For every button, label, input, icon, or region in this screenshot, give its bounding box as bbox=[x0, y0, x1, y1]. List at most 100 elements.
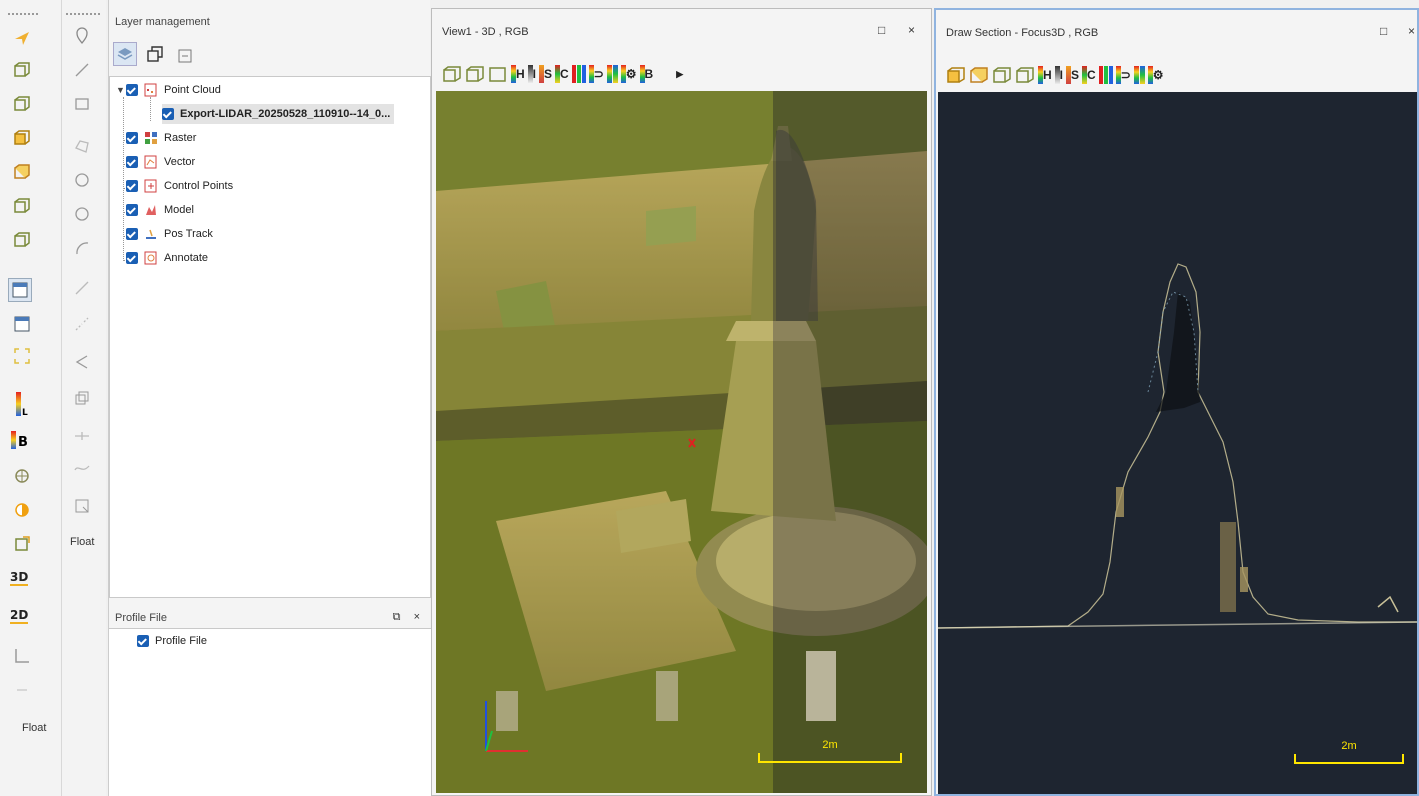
copy-shape-icon[interactable] bbox=[70, 386, 94, 410]
profile-file-panel: Profile File ⧉ × Profile File bbox=[108, 602, 431, 796]
layer-label: Pos Track bbox=[164, 228, 213, 240]
view-title: View1 - 3D , RGB bbox=[442, 26, 529, 38]
height-color-icon[interactable]: H bbox=[1038, 65, 1052, 85]
draw-rectangle-icon[interactable] bbox=[70, 92, 94, 116]
place-marker-icon[interactable] bbox=[70, 24, 94, 48]
return-icon[interactable]: ⊃ bbox=[588, 64, 604, 84]
rgb-icon[interactable] bbox=[571, 64, 586, 84]
maximize-icon[interactable]: □ bbox=[878, 23, 885, 37]
right-view-icon[interactable] bbox=[1015, 65, 1035, 85]
cube-view-back-icon[interactable] bbox=[10, 92, 34, 116]
brightness-icon[interactable] bbox=[10, 498, 34, 522]
collapse-all-icon[interactable] bbox=[173, 44, 197, 68]
layer-checkbox[interactable] bbox=[126, 204, 138, 216]
layer-checkbox[interactable] bbox=[126, 156, 138, 168]
axis-icon[interactable] bbox=[10, 644, 34, 668]
intensity-icon[interactable]: I bbox=[1054, 65, 1063, 85]
color-scale-icon[interactable]: C bbox=[1082, 65, 1096, 85]
separator-icon bbox=[10, 678, 34, 702]
layer-item-control-points[interactable]: Control Points bbox=[126, 176, 233, 196]
float-panel-icon[interactable]: ⧉ bbox=[393, 611, 401, 623]
expand-arrow-icon[interactable]: ▼ bbox=[116, 85, 126, 95]
draw-circle-icon[interactable] bbox=[70, 168, 94, 192]
height-color-icon[interactable]: H bbox=[511, 64, 525, 84]
new-group-icon[interactable] bbox=[143, 42, 167, 66]
draw-polygon-icon[interactable] bbox=[70, 134, 94, 158]
front-view-icon[interactable] bbox=[442, 64, 462, 84]
profile-item[interactable]: Profile File bbox=[137, 631, 207, 651]
close-icon[interactable]: × bbox=[1408, 24, 1415, 38]
back-view-icon[interactable] bbox=[465, 64, 485, 84]
gradient-bars-icon[interactable] bbox=[606, 64, 618, 84]
close-icon[interactable]: × bbox=[414, 611, 420, 623]
rgb-icon[interactable] bbox=[1098, 65, 1113, 85]
cube-view-front-icon[interactable] bbox=[10, 58, 34, 82]
layer-item-point-cloud[interactable]: ▼ Point Cloud bbox=[116, 80, 221, 100]
navigate-arrow-icon[interactable] bbox=[10, 26, 34, 50]
view1-3d-canvas[interactable]: 2m bbox=[436, 91, 927, 793]
export-icon[interactable] bbox=[10, 532, 34, 556]
classification-icon[interactable]: S bbox=[539, 64, 552, 84]
maximize-icon[interactable]: □ bbox=[1380, 24, 1387, 38]
draw-ellipse-icon[interactable] bbox=[70, 202, 94, 226]
toolbar-grip[interactable] bbox=[8, 13, 38, 16]
cube-view-top-icon[interactable] bbox=[10, 126, 34, 150]
draw-curve-icon[interactable] bbox=[70, 312, 94, 336]
profile-checkbox[interactable] bbox=[137, 635, 149, 647]
gradient-bars-icon[interactable] bbox=[1133, 65, 1145, 85]
cube-view-bottom-icon[interactable] bbox=[10, 228, 34, 252]
svg-text:3D: 3D bbox=[10, 570, 28, 584]
layer-checkbox[interactable] bbox=[126, 132, 138, 144]
layer-item-vector[interactable]: Vector bbox=[126, 152, 195, 172]
draw-polyline-icon[interactable] bbox=[70, 276, 94, 300]
cube-view-right-icon[interactable] bbox=[10, 194, 34, 218]
panel-controls[interactable]: ⧉ × bbox=[393, 611, 420, 624]
blend-icon[interactable]: B bbox=[639, 64, 653, 84]
return-icon[interactable]: ⊃ bbox=[1115, 65, 1131, 85]
layer-item-raster[interactable]: Raster bbox=[126, 128, 196, 148]
intensity-icon[interactable]: I bbox=[527, 64, 536, 84]
annotate-layer-icon bbox=[144, 251, 157, 265]
settings-icon[interactable]: ⚙ bbox=[620, 64, 637, 84]
layer-checkbox[interactable] bbox=[162, 108, 174, 120]
cube-view-left-icon[interactable] bbox=[10, 160, 34, 184]
layers-icon[interactable] bbox=[113, 42, 137, 66]
3d-view-mode-icon[interactable] bbox=[8, 278, 32, 302]
color-scale-icon[interactable]: C bbox=[555, 64, 569, 84]
smooth-icon[interactable] bbox=[70, 456, 94, 480]
back-view-icon[interactable] bbox=[969, 65, 989, 85]
layer-checkbox[interactable] bbox=[126, 180, 138, 192]
float-label[interactable]: Float bbox=[22, 722, 46, 734]
intensity-color-icon[interactable]: B bbox=[8, 428, 32, 452]
select-shape-icon[interactable] bbox=[70, 494, 94, 518]
svg-text:L: L bbox=[22, 408, 28, 417]
split-icon[interactable] bbox=[70, 424, 94, 448]
front-view-icon[interactable] bbox=[946, 65, 966, 85]
toolbar-grip[interactable] bbox=[66, 13, 100, 16]
elevation-color-icon[interactable]: L bbox=[10, 392, 34, 417]
layer-item-export-lidar[interactable]: Export-LIDAR_20250528_110910--14_0... bbox=[162, 104, 395, 124]
layer-checkbox[interactable] bbox=[126, 84, 138, 96]
top-view-icon[interactable] bbox=[488, 64, 508, 84]
layer-item-model[interactable]: Model bbox=[126, 200, 194, 220]
section-canvas[interactable]: 2m bbox=[938, 92, 1417, 794]
2d-mode-button-icon[interactable]: 2D bbox=[8, 604, 32, 628]
draw-line-icon[interactable] bbox=[70, 58, 94, 82]
layer-checkbox[interactable] bbox=[126, 228, 138, 240]
layer-checkbox[interactable] bbox=[126, 252, 138, 264]
float-label[interactable]: Float bbox=[70, 536, 94, 548]
draw-angle-icon[interactable] bbox=[70, 350, 94, 374]
close-icon[interactable]: × bbox=[908, 23, 915, 37]
settings-icon[interactable]: ⚙ bbox=[1147, 65, 1164, 85]
draw-arc-icon[interactable] bbox=[70, 236, 94, 260]
more-arrow-icon[interactable]: ▶ bbox=[676, 64, 683, 84]
3d-mode-button-icon[interactable]: 3D bbox=[8, 566, 32, 590]
2d-view-mode-icon[interactable] bbox=[10, 312, 34, 336]
left-view-icon[interactable] bbox=[992, 65, 1012, 85]
layer-item-pos-track[interactable]: Pos Track bbox=[126, 224, 213, 244]
full-extent-icon[interactable] bbox=[10, 344, 34, 368]
model-view-icon[interactable] bbox=[10, 464, 34, 488]
layer-tree: ▼ Point Cloud Export-LIDAR_20250528_1109… bbox=[109, 76, 431, 598]
layer-item-annotate[interactable]: Annotate bbox=[126, 248, 208, 268]
classification-icon[interactable]: S bbox=[1066, 65, 1079, 85]
